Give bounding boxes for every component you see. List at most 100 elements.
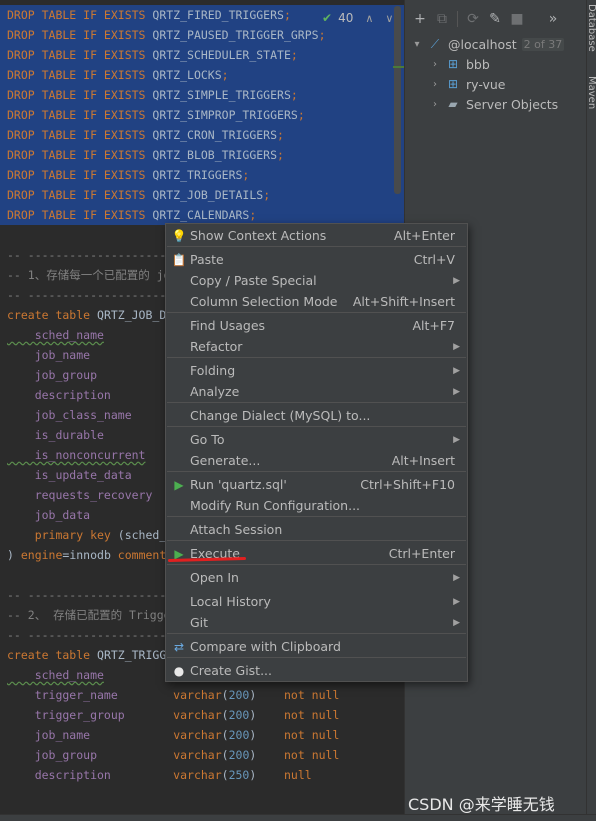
menu-item-change-dialect-mysql-to[interactable]: Change Dialect (MySQL) to... (166, 405, 467, 426)
code-token: ) (249, 728, 284, 742)
code-token: ; (297, 108, 305, 122)
tab-maven[interactable]: Maven (586, 76, 596, 109)
chevron-down-icon[interactable]: ∨ (385, 12, 393, 25)
submenu-arrow-icon: ▶ (453, 365, 460, 376)
code-token: varchar (173, 748, 222, 762)
code-token: trigger_name (7, 688, 118, 702)
menu-item-label: Local History (190, 594, 271, 609)
code-token: DROP TABLE IF EXISTS (7, 88, 153, 102)
code-line: sched_name (0, 325, 104, 345)
code-token: not null (283, 708, 340, 722)
menu-item-show-context-actions[interactable]: 💡 Show Context Actions Alt+Enter (166, 225, 467, 246)
chevron-right-icon[interactable]: › (429, 59, 441, 70)
chevron-up-icon[interactable]: ∧ (365, 12, 373, 25)
code-token: description (7, 388, 111, 402)
chevron-right-icon[interactable]: › (429, 79, 441, 90)
menu-item-folding[interactable]: Folding ▶ (166, 360, 467, 381)
tree-item-ry-vue[interactable]: › ⊞ ry-vue (405, 74, 506, 94)
menu-item-create-gist[interactable]: ● Create Gist... (166, 660, 467, 681)
code-line: DROP TABLE IF EXISTS QRTZ_BLOB_TRIGGERS; (0, 145, 284, 165)
code-token: create table (7, 308, 98, 322)
tree-item-bbb[interactable]: › ⊞ bbb (405, 54, 490, 74)
database-toolbar: + ⧉ ⟳ ✎ ■ » (405, 6, 587, 32)
code-line: description varchar(250) null (0, 765, 312, 785)
code-token: requests_recovery (7, 488, 153, 502)
code-token: DROP TABLE IF EXISTS (7, 28, 153, 42)
tree-item-localhost[interactable]: ▾ ⟋ @localhost 2 of 37 (405, 34, 565, 54)
schema-icon: ⊞ (447, 57, 459, 71)
run-icon: ▶ (174, 477, 184, 492)
menu-item-refactor[interactable]: Refactor ▶ (166, 336, 467, 357)
menu-item-find-usages[interactable]: Find Usages Alt+F7 (166, 315, 467, 336)
paste-icon: 📋 (171, 252, 187, 267)
code-token: ) (249, 688, 284, 702)
copy-icon[interactable]: ⧉ (431, 8, 453, 30)
menu-item-paste[interactable]: 📋 Paste Ctrl+V (166, 249, 467, 270)
tree-label: bbb (466, 56, 490, 72)
menu-item-label: Compare with Clipboard (190, 639, 341, 654)
menu-item-label: Folding (190, 363, 236, 378)
refresh-icon[interactable]: ⟳ (462, 8, 484, 30)
code-token: ) (249, 768, 284, 782)
code-token: QRTZ_CALENDARS (152, 208, 250, 222)
menu-separator (167, 402, 466, 403)
menu-item-copy-paste-special[interactable]: Copy / Paste Special ▶ (166, 270, 467, 291)
code-token: ( (221, 728, 229, 742)
menu-item-modify-run-configuration[interactable]: Modify Run Configuration... (166, 495, 467, 516)
code-token: job_data (7, 508, 91, 522)
code-token: ; (242, 168, 250, 182)
properties-icon[interactable]: ✎ (484, 8, 506, 30)
code-token: not null (284, 728, 340, 742)
menu-item-compare-with-clipboard[interactable]: ⇄ Compare with Clipboard (166, 636, 467, 657)
menu-item-run-quartz-sql[interactable]: ▶ Run 'quartz.sql' Ctrl+Shift+F10 (166, 474, 467, 495)
github-icon: ● (173, 663, 185, 678)
code-line: description (0, 385, 111, 405)
menu-item-shortcut: Alt+F7 (412, 318, 455, 333)
code-token: description (7, 768, 111, 782)
tool-window-strip: Database Maven (586, 0, 596, 821)
tree-item-server-objects[interactable]: › ▰ Server Objects (405, 94, 558, 114)
menu-item-label: Find Usages (190, 318, 266, 333)
add-icon[interactable]: + (409, 8, 431, 30)
code-token: QRTZ_SCHEDULER_STATE (152, 48, 291, 62)
code-token: QRTZ_BLOB_TRIGGERS (152, 148, 278, 162)
host-label: @localhost (448, 36, 517, 52)
tab-database[interactable]: Database (586, 4, 596, 52)
toolbar-divider (457, 11, 458, 27)
code-token: 250 (228, 768, 250, 782)
code-token: ; (263, 188, 271, 202)
menu-item-analyze[interactable]: Analyze ▶ (166, 381, 467, 402)
menu-item-label: Attach Session (190, 522, 283, 537)
more-icon[interactable]: » (542, 8, 564, 30)
chevron-right-icon[interactable]: › (429, 99, 441, 110)
code-line: trigger_group varchar(200) not null (0, 705, 340, 725)
code-line: DROP TABLE IF EXISTS QRTZ_SCHEDULER_STAT… (0, 45, 298, 65)
stop-icon[interactable]: ■ (506, 8, 528, 30)
menu-item-column-selection-mode[interactable]: Column Selection Mode Alt+Shift+Insert (166, 291, 467, 312)
menu-separator (167, 657, 466, 658)
code-line: is_nonconcurrent (0, 445, 146, 465)
editor-scrollbar[interactable] (394, 6, 401, 194)
code-token: is_nonconcurrent (7, 448, 146, 462)
code-line: is_durable (0, 425, 104, 445)
menu-item-shortcut: Alt+Insert (391, 453, 455, 468)
menu-item-git[interactable]: Git ▶ (166, 612, 467, 633)
code-token: sched_name (7, 328, 104, 342)
menu-item-attach-session[interactable]: Attach Session (166, 519, 467, 540)
menu-item-go-to[interactable]: Go To ▶ (166, 429, 467, 450)
menu-item-shortcut: Ctrl+Enter (388, 546, 455, 561)
code-token: varchar (173, 708, 222, 722)
menu-item-open-in[interactable]: Open In ▶ (166, 567, 467, 588)
inspection-widget[interactable]: ✔ 40 ∧ ∨ (322, 8, 393, 28)
code-token: ) (249, 708, 284, 722)
schema-icon: ⊞ (447, 77, 459, 91)
chevron-down-icon[interactable]: ▾ (411, 39, 423, 50)
tree-label: ry-vue (466, 76, 506, 92)
code-token: not null (283, 688, 340, 702)
menu-item-generate[interactable]: Generate... Alt+Insert (166, 450, 467, 471)
code-line: job_name (0, 345, 90, 365)
menu-item-local-history[interactable]: Local History ▶ (166, 591, 467, 612)
